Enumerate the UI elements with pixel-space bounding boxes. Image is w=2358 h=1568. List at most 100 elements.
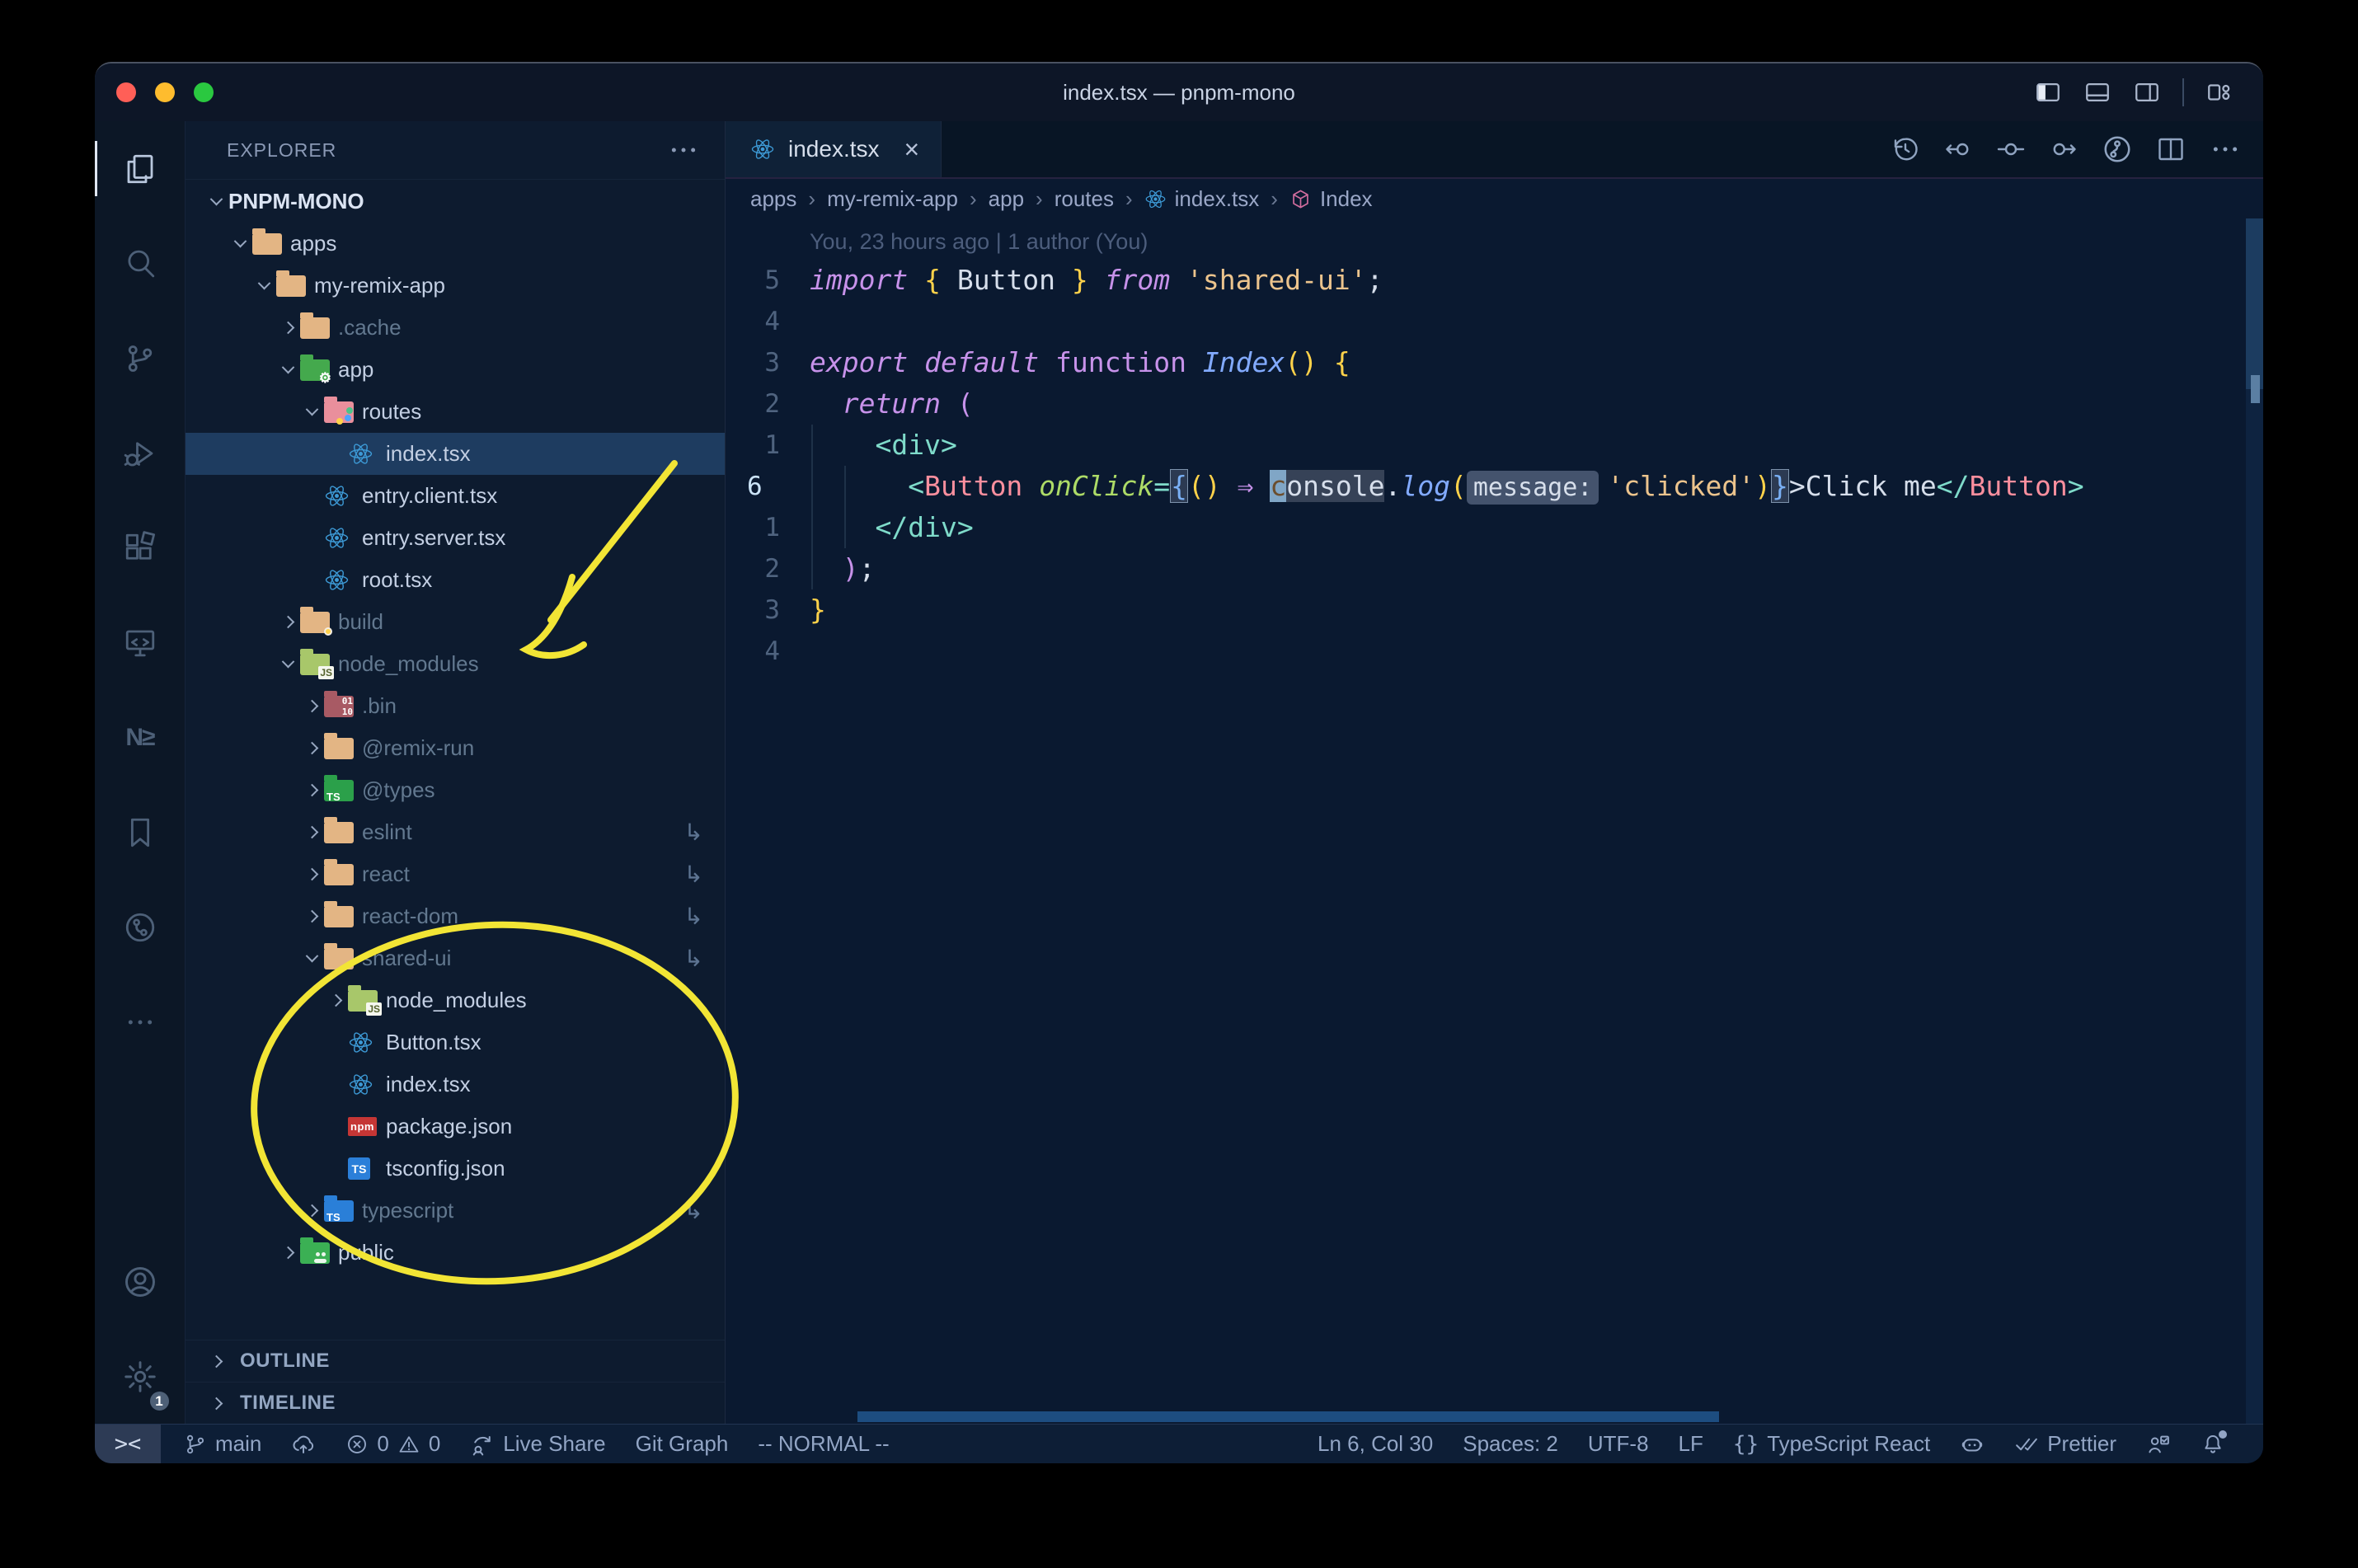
- code-editor[interactable]: You, 23 hours ago | 1 author (You) 5 imp…: [726, 218, 2263, 1424]
- more-icon[interactable]: [2209, 133, 2242, 166]
- tree-item-public[interactable]: public: [186, 1232, 725, 1274]
- section-outline[interactable]: OUTLINE: [186, 1340, 725, 1382]
- statusbar-prettier[interactable]: Prettier: [2014, 1431, 2116, 1457]
- statusbar-git-graph[interactable]: Git Graph: [636, 1431, 729, 1457]
- statusbar-live-share[interactable]: Live Share: [470, 1431, 606, 1457]
- chevron-right-icon[interactable]: [299, 909, 324, 923]
- tree-item-routes[interactable]: routes: [186, 391, 725, 433]
- activity-extensions-icon[interactable]: [95, 500, 186, 595]
- tree-item-entry-client-tsx[interactable]: entry.client.tsx: [186, 475, 725, 517]
- tree-item-build[interactable]: build: [186, 601, 725, 643]
- explorer-more-actions-icon[interactable]: [667, 134, 700, 167]
- change-icon[interactable]: [1996, 134, 2026, 164]
- remote-indicator[interactable]: ><: [95, 1425, 161, 1463]
- gitlens-graph-icon[interactable]: [2102, 134, 2133, 165]
- tree-item-button-tsx[interactable]: Button.tsx: [186, 1021, 725, 1063]
- zoom-button[interactable]: [194, 82, 214, 102]
- tree-item-index-tsx[interactable]: index.tsx: [186, 1063, 725, 1106]
- project-section-header[interactable]: PNPM-MONO: [186, 179, 725, 223]
- tree-item--remix-run[interactable]: @remix-run: [186, 727, 725, 769]
- tree-item-tsconfig-json[interactable]: TS tsconfig.json: [186, 1148, 725, 1190]
- problems-indicator[interactable]: 0 0: [345, 1431, 440, 1457]
- tree-item-shared-ui[interactable]: shared-ui ↳: [186, 937, 725, 979]
- chevron-right-icon[interactable]: [299, 1204, 324, 1218]
- chevron-right-icon[interactable]: [299, 699, 324, 713]
- breadcrumb-item[interactable]: my-remix-app: [827, 186, 958, 212]
- statusbar-cursor-position[interactable]: Ln 6, Col 30: [1318, 1431, 1433, 1457]
- chevron-right-icon[interactable]: [275, 1246, 300, 1260]
- breadcrumb-item[interactable]: app: [989, 186, 1024, 212]
- tree-item-index-tsx[interactable]: index.tsx: [186, 433, 725, 475]
- chevron-right-icon[interactable]: [323, 993, 348, 1007]
- horizontal-scrollbar[interactable]: [857, 1411, 1719, 1422]
- statusbar-vim-mode[interactable]: -- NORMAL --: [758, 1431, 889, 1457]
- tree-item--bin[interactable]: 01 10 .bin: [186, 685, 725, 727]
- chevron-down-icon[interactable]: [228, 234, 252, 248]
- tree-item-react[interactable]: react ↳: [186, 853, 725, 895]
- chevron-right-icon[interactable]: [299, 867, 324, 881]
- activity-nx-console-icon[interactable]: N≥: [95, 690, 186, 785]
- layout-sidebar-right-icon[interactable]: [2133, 78, 2161, 106]
- statusbar-language-mode[interactable]: {} TypeScript React: [1733, 1431, 1930, 1457]
- tree-item-typescript[interactable]: TS typescript ↳: [186, 1190, 725, 1232]
- statusbar-git-branch[interactable]: main: [184, 1431, 261, 1457]
- layout-panel-icon[interactable]: [2083, 78, 2111, 106]
- chevron-right-icon[interactable]: [275, 615, 300, 629]
- chevron-right-icon[interactable]: [275, 321, 300, 335]
- tree-item--types[interactable]: TS @types: [186, 769, 725, 811]
- chevron-down-icon[interactable]: [299, 949, 324, 963]
- chevron-right-icon[interactable]: [299, 783, 324, 797]
- activity-search-icon[interactable]: [95, 216, 186, 311]
- tree-item-eslint[interactable]: eslint ↳: [186, 811, 725, 853]
- tree-item-entry-server-tsx[interactable]: entry.server.tsx: [186, 517, 725, 559]
- activity-source-control-icon[interactable]: [95, 311, 186, 406]
- tree-item-react-dom[interactable]: react-dom ↳: [186, 895, 725, 937]
- statusbar-indentation[interactable]: Spaces: 2: [1463, 1431, 1558, 1457]
- tree-item-package-json[interactable]: npm package.json: [186, 1106, 725, 1148]
- activity-remote-explorer-icon[interactable]: [95, 595, 186, 690]
- chevron-down-icon[interactable]: [299, 402, 324, 416]
- tree-item-app[interactable]: ⚙ app: [186, 349, 725, 391]
- layout-sidebar-left-icon[interactable]: [2034, 78, 2062, 106]
- activity-more-icon[interactable]: [95, 974, 186, 1069]
- breadcrumb-item[interactable]: routes: [1055, 186, 1114, 212]
- tab-index-tsx[interactable]: index.tsx ×: [726, 121, 942, 177]
- minimize-button[interactable]: [155, 82, 175, 102]
- chevron-down-icon[interactable]: [275, 655, 300, 669]
- activity-settings-icon[interactable]: 1: [95, 1329, 186, 1424]
- close-icon[interactable]: ×: [904, 134, 920, 165]
- tree-item-my-remix-app[interactable]: my-remix-app: [186, 265, 725, 307]
- breadcrumb-item[interactable]: Index: [1289, 186, 1373, 212]
- statusbar-feedback[interactable]: [2146, 1432, 2171, 1457]
- vertical-scrollbar[interactable]: [2246, 218, 2263, 1424]
- statusbar-eol[interactable]: LF: [1679, 1431, 1703, 1457]
- activity-run-debug-icon[interactable]: [95, 406, 186, 500]
- chevron-right-icon[interactable]: [299, 825, 324, 839]
- breadcrumb-item[interactable]: apps: [750, 186, 796, 212]
- chevron-right-icon[interactable]: [299, 741, 324, 755]
- activity-gitlens-icon[interactable]: [95, 880, 186, 974]
- statusbar-notifications[interactable]: [2201, 1430, 2227, 1457]
- tree-item--cache[interactable]: .cache: [186, 307, 725, 349]
- tree-item-root-tsx[interactable]: root.tsx: [186, 559, 725, 601]
- section-timeline[interactable]: TIMELINE: [186, 1382, 725, 1424]
- close-button[interactable]: [116, 82, 136, 102]
- split-editor-icon[interactable]: [2156, 134, 2186, 164]
- chevron-down-icon[interactable]: [251, 276, 276, 290]
- chevron-down-icon[interactable]: [275, 360, 300, 374]
- activity-bookmarks-icon[interactable]: [95, 785, 186, 880]
- next-change-icon[interactable]: [2049, 134, 2079, 164]
- tree-item-node-modules[interactable]: JS node_modules: [186, 979, 725, 1021]
- tree-item-node-modules[interactable]: JS node_modules: [186, 643, 725, 685]
- tree-item-apps[interactable]: apps: [186, 223, 725, 265]
- statusbar-encoding[interactable]: UTF-8: [1588, 1431, 1649, 1457]
- statusbar-copilot[interactable]: [1960, 1432, 1985, 1457]
- activity-account-icon[interactable]: [95, 1234, 186, 1329]
- react-icon: [1144, 188, 1167, 210]
- history-icon[interactable]: [1891, 134, 1920, 164]
- customize-layout-icon[interactable]: [2205, 78, 2234, 106]
- activity-explorer-icon[interactable]: [95, 121, 186, 216]
- statusbar-sync[interactable]: [291, 1432, 316, 1457]
- breadcrumb-item[interactable]: index.tsx: [1144, 186, 1259, 212]
- prev-change-icon[interactable]: [1943, 134, 1973, 164]
